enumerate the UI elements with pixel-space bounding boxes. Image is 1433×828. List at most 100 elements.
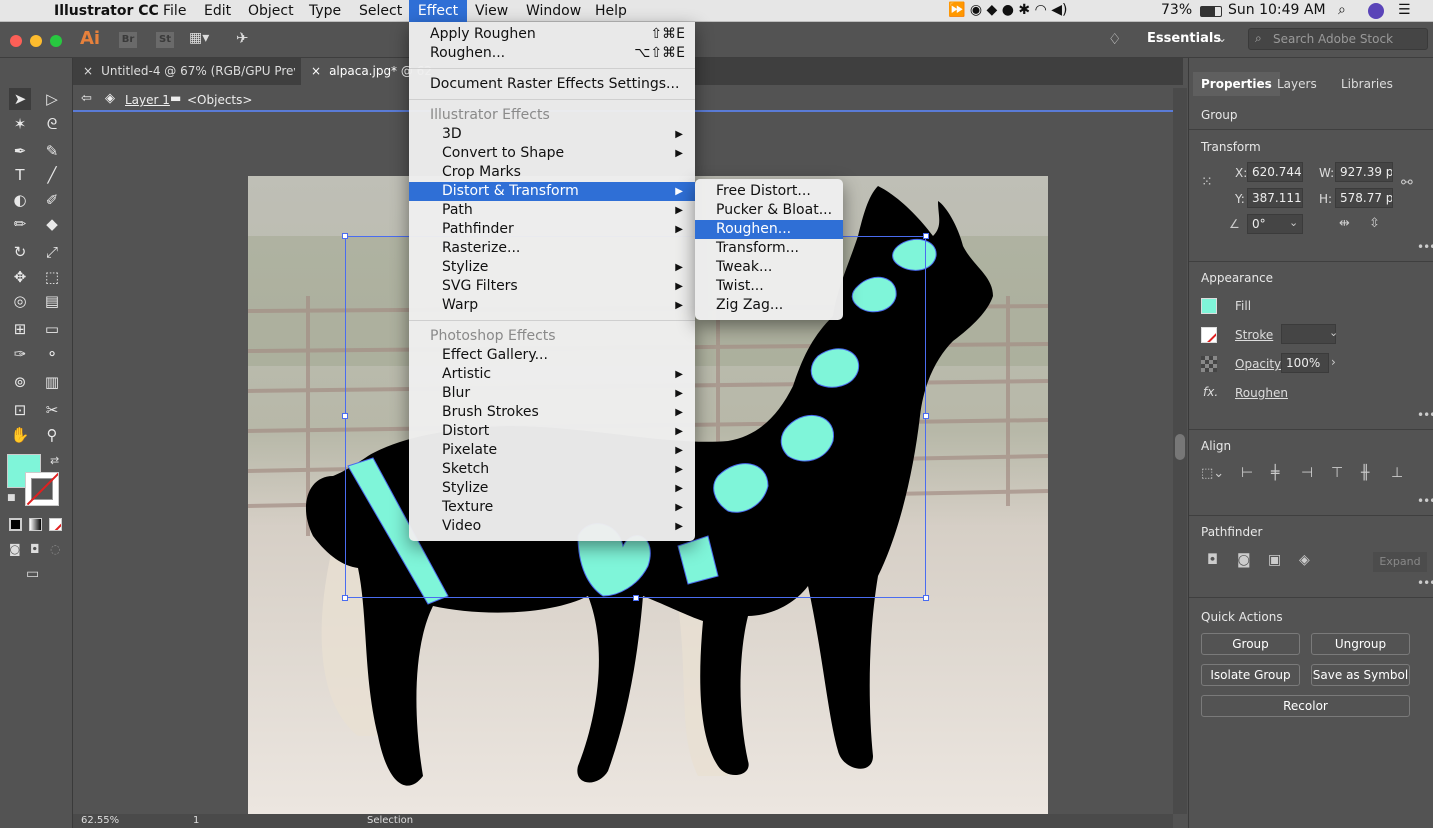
stroke-swatch[interactable]: [1201, 327, 1217, 343]
rotate-tool-icon[interactable]: ↻: [9, 241, 31, 263]
menu-item-crop-marks[interactable]: Crop Marks: [409, 163, 695, 182]
chevron-down-icon[interactable]: ⌄: [1289, 216, 1298, 229]
menu-item-distort[interactable]: Distort ▶: [409, 422, 695, 441]
align-left-icon[interactable]: ⊢: [1241, 465, 1253, 481]
shaper-tool-icon[interactable]: ◐: [9, 189, 31, 211]
draw-inside-icon[interactable]: ◌: [50, 542, 60, 556]
default-colors-icon[interactable]: ■: [7, 493, 16, 503]
more-options-icon[interactable]: •••: [1417, 408, 1433, 422]
submenu-item-roughen[interactable]: Roughen...: [695, 220, 843, 239]
paintbrush-tool-icon[interactable]: ✐: [41, 189, 63, 211]
align-top-icon[interactable]: ⊤: [1331, 465, 1343, 481]
magic-wand-tool-icon[interactable]: ✶: [9, 113, 31, 135]
symbol-sprayer-tool-icon[interactable]: ⊚: [9, 371, 31, 393]
menu-item-sketch[interactable]: Sketch ▶: [409, 460, 695, 479]
more-options-icon[interactable]: •••: [1417, 240, 1433, 254]
current-tool-status[interactable]: Selection: [367, 815, 413, 826]
close-window-button[interactable]: [10, 35, 22, 47]
perspective-grid-tool-icon[interactable]: ▤: [41, 290, 63, 312]
menu-item-path[interactable]: Path ▶: [409, 201, 695, 220]
save-as-symbol-button[interactable]: Save as Symbol: [1311, 664, 1410, 686]
stroke-weight-field[interactable]: [1281, 324, 1336, 344]
column-graph-tool-icon[interactable]: ▥: [41, 371, 63, 393]
expand-button[interactable]: Expand: [1373, 552, 1427, 572]
more-options-icon[interactable]: •••: [1417, 494, 1433, 508]
align-center-icon[interactable]: ╪: [1271, 465, 1279, 481]
submenu-item-twist[interactable]: Twist...: [695, 277, 843, 296]
menu-item-convert-to-shape[interactable]: Convert to Shape ▶: [409, 144, 695, 163]
swap-colors-icon[interactable]: ⇄: [50, 454, 59, 467]
status-icons[interactable]: ⏩ ◉ ◆ ● ✱ ◠ ◀): [948, 2, 1068, 18]
vertical-scrollbar[interactable]: [1173, 88, 1187, 814]
isolate-group-button[interactable]: Isolate Group: [1201, 664, 1300, 686]
menu-item-svg-filters[interactable]: SVG Filters ▶: [409, 277, 695, 296]
exclude-icon[interactable]: ◈: [1299, 552, 1310, 568]
artboard-number[interactable]: 1: [193, 815, 199, 826]
submenu-item-zig-zag[interactable]: Zig Zag...: [695, 296, 843, 315]
menu-item-brush-strokes[interactable]: Brush Strokes ▶: [409, 403, 695, 422]
direct-selection-tool-icon[interactable]: ▷: [41, 88, 63, 110]
selection-tool-icon[interactable]: ➤: [9, 88, 31, 110]
pen-tool-icon[interactable]: ✒: [9, 140, 31, 162]
clock[interactable]: Sun 10:49 AM: [1228, 2, 1326, 18]
breadcrumb-layer[interactable]: Layer 1: [125, 93, 170, 107]
app-name-menu[interactable]: Illustrator CC: [46, 2, 167, 21]
opacity-label[interactable]: Opacity: [1235, 357, 1281, 371]
tab-layers[interactable]: Layers: [1269, 72, 1325, 96]
zoom-tool-icon[interactable]: ⚲: [41, 424, 63, 446]
chevron-right-icon[interactable]: ›: [1331, 355, 1336, 369]
menu-item-stylize-ps[interactable]: Stylize ▶: [409, 479, 695, 498]
workspace-switcher[interactable]: Essentials: [1147, 31, 1221, 46]
lightbulb-icon[interactable]: ♢: [1108, 30, 1121, 48]
menu-item-3d[interactable]: 3D ▶: [409, 125, 695, 144]
spotlight-icon[interactable]: ⌕: [1338, 2, 1346, 18]
scale-tool-icon[interactable]: ⤢: [41, 241, 63, 263]
menu-item-pixelate[interactable]: Pixelate ▶: [409, 441, 695, 460]
stroke-color-swatch[interactable]: [25, 472, 59, 506]
menu-item-stylize[interactable]: Stylize ▶: [409, 258, 695, 277]
eraser-tool-icon[interactable]: ◆: [41, 213, 63, 235]
breadcrumb-objects[interactable]: <Objects>: [187, 93, 252, 107]
menu-item-effect-gallery[interactable]: Effect Gallery...: [409, 346, 695, 365]
menu-file[interactable]: File: [155, 2, 194, 21]
unite-icon[interactable]: ◘: [1207, 552, 1218, 568]
artboard-tool-icon[interactable]: ⊡: [9, 399, 31, 421]
menu-item-apply-roughen[interactable]: Apply Roughen ⇧⌘E: [409, 25, 695, 44]
height-field[interactable]: 578.77 pt: [1335, 188, 1393, 208]
menu-edit[interactable]: Edit: [196, 2, 239, 21]
submenu-item-pucker-bloat[interactable]: Pucker & Bloat...: [695, 201, 843, 220]
stroke-label[interactable]: Stroke: [1235, 328, 1273, 342]
free-transform-tool-icon[interactable]: ⬚: [41, 266, 63, 288]
align-to-icon[interactable]: ⬚⌄: [1201, 466, 1224, 481]
zoom-level[interactable]: 62.55%: [81, 815, 119, 826]
color-mode-icon[interactable]: [9, 518, 22, 531]
menu-item-warp[interactable]: Warp ▶: [409, 296, 695, 315]
group-button[interactable]: Group: [1201, 633, 1300, 655]
y-position-field[interactable]: 387.111 p: [1247, 188, 1303, 208]
menu-item-raster-settings[interactable]: Document Raster Effects Settings...: [409, 75, 695, 94]
scroll-thumb[interactable]: [1175, 434, 1185, 460]
apple-icon[interactable]: [12, 2, 28, 21]
gradient-mode-icon[interactable]: [29, 518, 42, 531]
more-options-icon[interactable]: •••: [1417, 576, 1433, 590]
opacity-field[interactable]: 100%: [1281, 353, 1329, 373]
siri-icon[interactable]: [1368, 3, 1384, 19]
menu-item-roughen-options[interactable]: Roughen... ⌥⇧⌘E: [409, 44, 695, 63]
lasso-tool-icon[interactable]: ᘓ: [41, 113, 63, 135]
tab-libraries[interactable]: Libraries: [1333, 72, 1401, 96]
selection-handle[interactable]: [923, 233, 929, 239]
shape-builder-tool-icon[interactable]: ◎: [9, 290, 31, 312]
selection-handle[interactable]: [923, 595, 929, 601]
selection-handle[interactable]: [342, 595, 348, 601]
intersect-icon[interactable]: ▣: [1268, 552, 1281, 568]
blend-tool-icon[interactable]: ⚬: [41, 343, 63, 365]
back-arrow-icon[interactable]: ⇦: [81, 91, 92, 106]
submenu-item-free-distort[interactable]: Free Distort...: [695, 182, 843, 201]
selection-handle[interactable]: [342, 413, 348, 419]
hand-tool-icon[interactable]: ✋: [9, 424, 31, 446]
menu-effect[interactable]: Effect: [409, 0, 467, 22]
align-bottom-icon[interactable]: ⊥: [1391, 465, 1403, 481]
arrange-documents-icon[interactable]: ▦▾: [189, 30, 209, 46]
draw-behind-icon[interactable]: ◘: [30, 542, 40, 556]
menu-help[interactable]: Help: [587, 2, 635, 21]
